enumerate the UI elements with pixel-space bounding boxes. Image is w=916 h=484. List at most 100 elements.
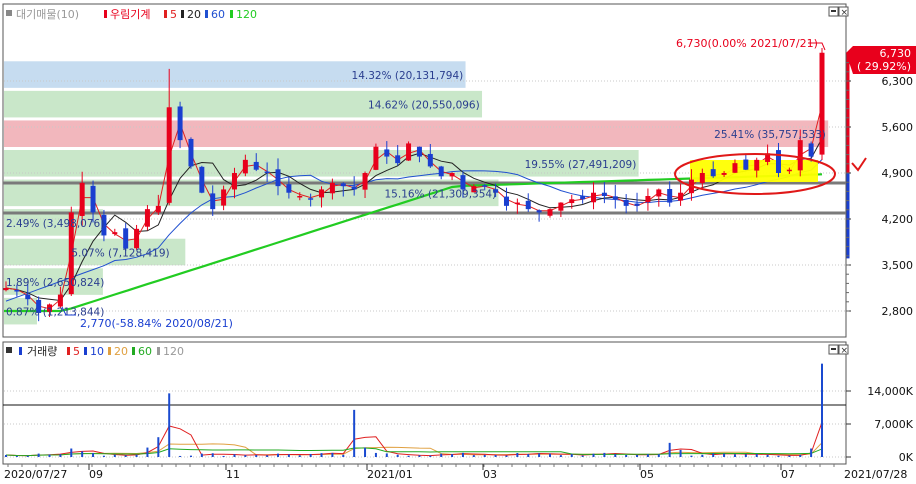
legend-stock-name[interactable]: 우림기계 — [110, 8, 150, 21]
candle-body — [591, 192, 597, 203]
volume-bar — [146, 447, 149, 457]
volume-bar — [701, 454, 704, 457]
legend-vma120[interactable]: 120 — [163, 345, 184, 358]
volume-bar — [538, 453, 541, 457]
volume-bar — [527, 454, 530, 457]
volume-bar — [211, 453, 214, 457]
candle-body — [319, 189, 325, 198]
volume-bar — [451, 454, 454, 457]
candle-body — [482, 185, 488, 187]
volume-plot-frame — [2, 341, 847, 465]
price-tick-label: 3,500 — [882, 259, 914, 272]
legend-vma60[interactable]: 60 — [138, 345, 152, 358]
candle-body — [297, 196, 303, 198]
volume-bar — [342, 454, 345, 457]
volume-bar — [733, 454, 736, 457]
volume-bar — [559, 455, 562, 457]
legend-vma60-swatch — [132, 347, 135, 355]
volume-bar — [222, 455, 225, 457]
candle-body — [514, 202, 520, 205]
candle-body — [645, 196, 651, 202]
legend-vma20-swatch — [108, 347, 111, 355]
volume-bar — [157, 437, 160, 457]
x-axis-tick-label: 05 — [640, 468, 654, 481]
candle-body — [786, 169, 792, 172]
price-panel[interactable]: 14.32% (20,131,794) 14.62% (20,550,096) 25… — [2, 3, 867, 338]
legend-ma120[interactable]: 120 — [236, 8, 257, 21]
volume-bar — [766, 454, 769, 457]
legend-vma5-swatch — [67, 347, 70, 355]
volume-bar — [179, 455, 182, 457]
last-price-tag[interactable]: 6,730 ( 29.92%) — [846, 46, 916, 74]
candle-body — [362, 173, 368, 190]
candle-body — [406, 143, 412, 161]
price-tick-label: 4,900 — [882, 167, 914, 180]
volume-bar — [396, 454, 399, 457]
volume-profile-band — [4, 120, 829, 147]
volume-bar — [483, 454, 486, 457]
candle-body — [678, 192, 684, 201]
candle-body — [221, 189, 227, 206]
candle-body — [14, 290, 20, 292]
candle-body — [634, 203, 640, 206]
volume-bar — [418, 455, 421, 457]
volume-profile-label: 19.55% (27,491,209) — [525, 159, 637, 171]
volume-bar — [625, 454, 628, 457]
candle-body — [199, 166, 205, 193]
legend-volume-profile[interactable]: 대기매물(10) — [16, 8, 79, 21]
price-legend[interactable]: 대기매물(10) 우림기계 5 20 60 120 — [6, 8, 257, 21]
volume-bar — [581, 455, 584, 457]
legend-vma10[interactable]: 10 — [90, 345, 104, 358]
candle-body — [569, 199, 575, 204]
candle-body — [438, 166, 444, 177]
legend-vma20[interactable]: 20 — [114, 345, 128, 358]
candle-body — [123, 228, 129, 249]
legend-ma60[interactable]: 60 — [211, 8, 225, 21]
close-icon: × — [841, 346, 849, 356]
legend-volume-title[interactable]: 거래량 — [27, 345, 57, 358]
x-axis-tick-label: 09 — [89, 468, 103, 481]
candle-body — [525, 200, 531, 210]
volume-bar — [821, 363, 823, 457]
volume-profile-label: 14.62% (20,550,096) — [368, 100, 480, 112]
candle-body — [188, 138, 194, 167]
legend-ma5[interactable]: 5 — [170, 8, 177, 21]
volume-bar — [124, 455, 127, 457]
legend-vma5[interactable]: 5 — [73, 345, 80, 358]
volume-panel[interactable]: 거래량 5 10 20 60 120 × — [2, 341, 849, 465]
volume-bar — [266, 455, 269, 457]
volume-bar — [298, 455, 301, 457]
volume-bar — [614, 454, 617, 457]
candle-body — [416, 146, 422, 157]
candle-body — [623, 199, 629, 206]
close-icon: × — [841, 8, 849, 18]
candle-body — [286, 184, 292, 193]
candle-body — [558, 202, 564, 211]
candle-body — [580, 196, 586, 200]
volume-bar — [59, 454, 62, 457]
x-axis-tick-label: 2021/01 — [367, 468, 413, 481]
candle-body — [231, 173, 237, 190]
volume-profile-label: 2.49% (3,498,076) — [6, 218, 104, 230]
legend-ma20-swatch — [181, 10, 184, 18]
candle-body — [656, 189, 662, 197]
candle-body — [601, 192, 607, 196]
x-axis-tick-label: 11 — [226, 468, 240, 481]
legend-ma20[interactable]: 20 — [187, 8, 201, 21]
last-price-change: ( 29.92%) — [857, 60, 911, 73]
legend-volume-bar-swatch — [19, 347, 22, 355]
volume-bar — [255, 454, 258, 457]
candle-body — [57, 294, 63, 307]
stock-chart-canvas[interactable]: 14.32% (20,131,794) 14.62% (20,550,096) 25… — [0, 0, 916, 484]
candle-body — [754, 159, 760, 171]
candle-body — [134, 228, 140, 249]
candle-body — [732, 163, 738, 173]
candle-body — [536, 210, 542, 213]
volume-tick-label: 7,000K — [874, 418, 913, 431]
volume-bar — [374, 452, 377, 457]
volume-bar — [657, 454, 660, 457]
volume-bar — [690, 455, 693, 457]
volume-bar — [549, 453, 551, 457]
candle-body — [373, 146, 379, 170]
volume-profile-label: 14.32% (20,131,794) — [352, 70, 464, 82]
